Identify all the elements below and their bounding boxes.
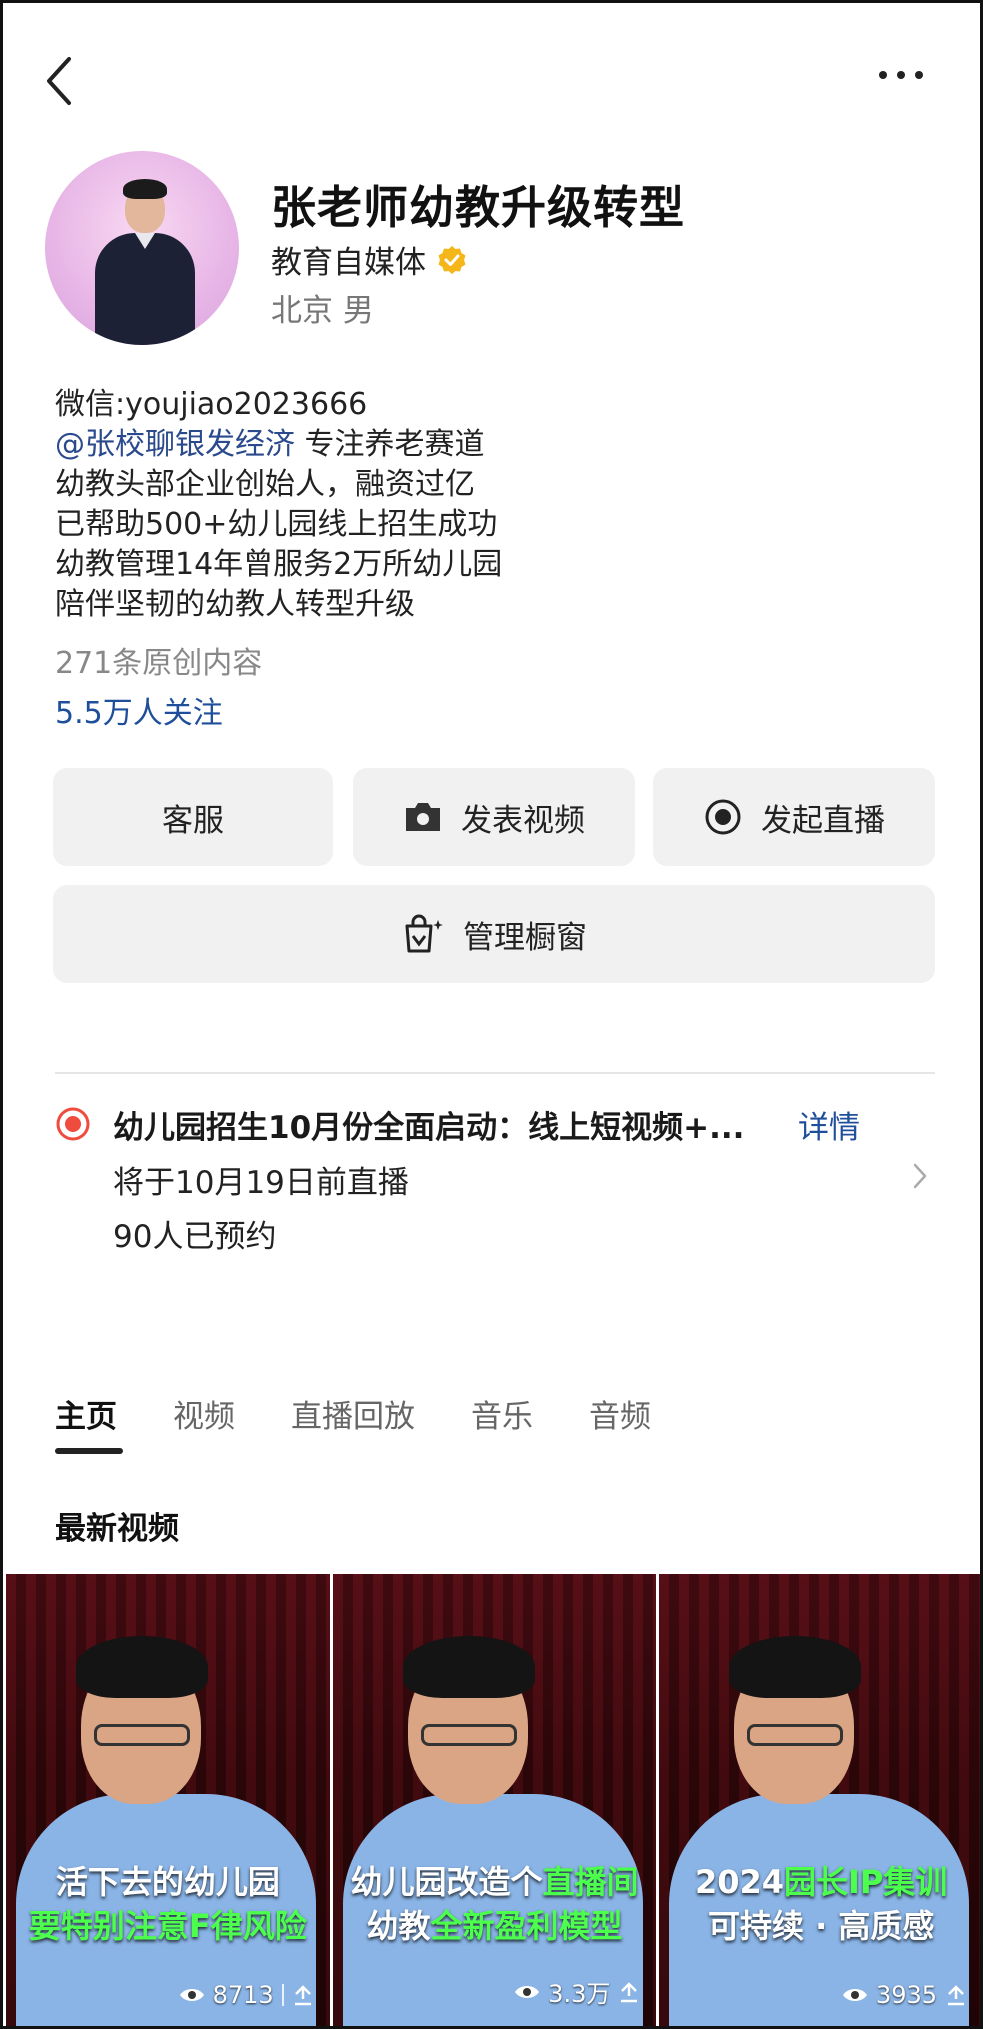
live-detail-link[interactable]: 详情 xyxy=(798,1102,860,1147)
live-announcement-title[interactable]: 幼儿园招生10月份全面启动：线上短视频+... xyxy=(113,1102,744,1147)
caption-highlight: 园长IP集训 xyxy=(784,1863,948,1901)
verified-icon xyxy=(438,245,466,274)
caption-line: 活下去的幼儿园 xyxy=(55,1863,280,1901)
reservation-count: 90人已预约 xyxy=(113,1219,277,1255)
profile-name: 张老师幼教升级转型 xyxy=(271,181,686,234)
bio-line: @张校聊银发经济 专注养老赛道 xyxy=(55,425,502,465)
eye-icon xyxy=(179,1989,204,2001)
video-card[interactable]: 活下去的幼儿园 要特别注意F律风险 8713 xyxy=(6,1574,330,2026)
video-grid: 活下去的幼儿园 要特别注意F律风险 8713 幼儿园改造个直播间 幼教全新盈利模… xyxy=(6,1574,980,2026)
start-live-button[interactable]: 发起直播 xyxy=(653,768,935,866)
video-meta: 3935 xyxy=(842,1981,967,2009)
bio-line: 幼教管理14年曾服务2万所幼儿园 xyxy=(55,547,503,582)
video-card[interactable]: 2024园长IP集训 可持续 · 高质感 3935 xyxy=(659,1574,980,2026)
eye-icon xyxy=(515,1985,540,1998)
share-icon[interactable] xyxy=(618,1981,640,2003)
more-icon[interactable] xyxy=(875,63,927,87)
shop-bag-icon xyxy=(405,914,443,953)
tab-home[interactable]: 主页 xyxy=(55,1391,123,1454)
original-content-count[interactable]: 271条原创内容 xyxy=(55,638,262,682)
camera-icon xyxy=(406,803,440,831)
tab-audio[interactable]: 音频 xyxy=(589,1391,651,1454)
mention-link[interactable]: @张校聊银发经济 xyxy=(55,427,295,462)
video-caption: 幼儿园改造个直播间 幼教全新盈利模型 xyxy=(333,1860,657,1948)
profile-tabs: 主页 视频 直播回放 音乐 音频 xyxy=(55,1391,707,1454)
view-count: 8713 xyxy=(212,1981,274,2009)
tab-live-replay[interactable]: 直播回放 xyxy=(291,1391,415,1454)
caption-text: 幼教 xyxy=(366,1907,431,1945)
video-meta: 3.3万 xyxy=(514,1974,640,2009)
caption-line: 可持续 · 高质感 xyxy=(707,1907,935,1945)
section-title: 最新视频 xyxy=(55,1511,179,1547)
manage-shop-button[interactable]: 管理橱窗 xyxy=(53,885,935,983)
view-count: 3935 xyxy=(875,1981,938,2009)
chevron-right-icon[interactable] xyxy=(911,1161,929,1191)
profile-page: 张老师幼教升级转型 教育自媒体 北京 男 微信:youjiao2023666 @… xyxy=(0,0,983,2029)
back-icon[interactable] xyxy=(39,53,79,109)
followers-count[interactable]: 5.5万人关注 xyxy=(55,688,223,732)
account-tag: 教育自媒体 xyxy=(271,237,468,282)
video-caption: 活下去的幼儿园 要特别注意F律风险 xyxy=(6,1860,330,1948)
bio-line: 微信:youjiao2023666 xyxy=(55,387,368,422)
caption-line: 幼儿园改造个直播间 xyxy=(333,1860,657,1904)
caption-line: 要特别注意F律风险 xyxy=(28,1907,307,1945)
caption-text: 2024 xyxy=(694,1863,785,1901)
live-schedule: 将于10月19日前直播 xyxy=(113,1165,409,1201)
bio-text: 专注养老赛道 xyxy=(295,427,485,462)
caption-highlight: 全新盈利模型 xyxy=(430,1907,623,1945)
bio-line: 幼教头部企业创始人，融资过亿 xyxy=(55,467,475,502)
post-video-label: 发表视频 xyxy=(461,802,585,839)
caption-highlight: 直播间 xyxy=(542,1863,639,1901)
share-icon[interactable] xyxy=(292,1984,314,2006)
video-caption: 2024园长IP集训 可持续 · 高质感 xyxy=(659,1860,980,1948)
divider xyxy=(55,1072,935,1074)
bio-line: 陪伴坚韧的幼教人转型升级 xyxy=(55,587,415,622)
caption-text: 幼儿园改造个 xyxy=(350,1863,543,1901)
post-video-button[interactable]: 发表视频 xyxy=(353,768,635,866)
location-gender: 北京 男 xyxy=(271,293,374,329)
caption-line: 2024园长IP集训 xyxy=(659,1860,980,1904)
bio-line: 已帮助500+幼儿园线上招生成功 xyxy=(55,507,498,542)
caption-line: 幼教全新盈利模型 xyxy=(333,1904,657,1948)
live-dot-icon xyxy=(56,1107,90,1141)
start-live-label: 发起直播 xyxy=(761,802,885,839)
video-meta: 8713 xyxy=(179,1981,314,2009)
customer-service-button[interactable]: 客服 xyxy=(53,768,333,866)
tab-videos[interactable]: 视频 xyxy=(173,1391,235,1454)
customer-service-label: 客服 xyxy=(162,802,224,839)
share-icon[interactable] xyxy=(945,1984,967,2006)
manage-shop-label: 管理橱窗 xyxy=(463,919,587,956)
avatar[interactable] xyxy=(45,151,239,345)
record-icon xyxy=(705,799,741,835)
bio: 微信:youjiao2023666 @张校聊银发经济 专注养老赛道 幼教头部企业… xyxy=(55,385,502,625)
video-card[interactable]: 幼儿园改造个直播间 幼教全新盈利模型 3.3万 xyxy=(332,1574,657,2026)
eye-icon xyxy=(842,1989,867,2001)
tab-music[interactable]: 音乐 xyxy=(471,1391,533,1454)
account-tag-label: 教育自媒体 xyxy=(271,245,426,281)
view-count: 3.3万 xyxy=(548,1980,611,2008)
